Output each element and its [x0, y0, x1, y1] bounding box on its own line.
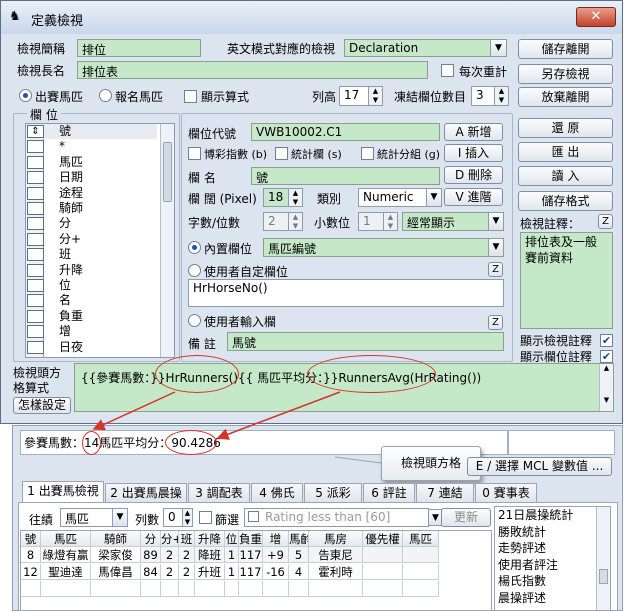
tab-6[interactable]: 6 評註 — [363, 483, 415, 503]
grid-cell: 4 — [289, 564, 309, 580]
spinner-arrows-icon[interactable]: ▲ ▼ — [182, 509, 192, 526]
grid-cell: -16 — [263, 564, 289, 580]
runners-grid[interactable]: 號馬匹騎師分分+班升降位負重增馬齡馬房優先權馬匹8綠燈有贏梁家俊8922降班11… — [20, 530, 492, 611]
grid-cell — [195, 581, 225, 597]
tab-2[interactable]: 2 出賽馬晨操 — [105, 483, 187, 503]
grid-cell: 12 — [21, 564, 41, 580]
chevron-down-icon[interactable]: ▼ — [112, 509, 127, 526]
scrollbar-thumb[interactable] — [599, 569, 608, 584]
grid-cell: 2 — [179, 564, 195, 580]
grid-cell: 聖迪達 — [41, 564, 91, 580]
tab-7[interactable]: 7 連結 — [416, 483, 474, 503]
grid-cell — [21, 581, 41, 597]
grid-cell — [309, 581, 363, 597]
grid-cell: 84 — [141, 564, 161, 580]
grid-cell: 117 — [239, 564, 263, 580]
tab-3[interactable]: 3 調配表 — [188, 483, 250, 503]
grid-header-cell[interactable]: 馬房 — [309, 531, 363, 547]
grid-cell — [363, 547, 403, 563]
grid-header-cell[interactable]: 馬匹 — [403, 531, 439, 547]
grid-header-cell[interactable]: 位 — [225, 531, 239, 547]
grid-cell — [91, 581, 141, 597]
grid-cell — [179, 581, 195, 597]
grid-header-cell[interactable]: 升降 — [195, 531, 225, 547]
runners-grid-body: 號馬匹騎師分分+班升降位負重增馬齡馬房優先權馬匹8綠燈有贏梁家俊8922降班11… — [21, 531, 491, 610]
rows-value: 0 — [168, 510, 176, 524]
goto-label: 往績 — [29, 513, 54, 527]
side-list-item[interactable]: 勝敗統計 — [498, 525, 546, 540]
arrow-to-avg — [216, 391, 341, 440]
grid-header-cell[interactable]: 騎師 — [91, 531, 141, 547]
arrow-to-runners — [92, 391, 176, 431]
side-list-item[interactable]: 使用者評注 — [498, 558, 558, 573]
tab-4[interactable]: 4 佛氏 — [251, 483, 303, 503]
side-list-item[interactable]: 楊氏指數 — [498, 574, 546, 589]
grid-cell: 告東尼 — [309, 547, 363, 563]
grid-cell — [363, 581, 403, 597]
horse-select[interactable]: 馬匹 ▼ — [60, 508, 128, 527]
tab-5[interactable]: 5 派彩 — [304, 483, 362, 503]
rating-filter-checkbox[interactable] — [248, 511, 259, 522]
rows-spinner[interactable]: 0 ▲ ▼ — [163, 508, 193, 527]
grid-cell — [239, 581, 263, 597]
side-list[interactable]: 21日晨操統計 勝敗統計 走勢評述使用者評注 楊氏指數晨操評述 — [494, 506, 611, 611]
grid-cell: 升班 — [195, 564, 225, 580]
filter-checkbox[interactable] — [199, 511, 212, 524]
grid-header-cell[interactable]: 分+ — [161, 531, 179, 547]
horse-select-value: 馬匹 — [65, 512, 90, 526]
grid-cell — [403, 581, 439, 597]
grid-cell — [141, 581, 161, 597]
rows-label: 列數 — [135, 513, 160, 527]
grid-header-cell[interactable]: 號 — [21, 531, 41, 547]
grid-cell: 降班 — [195, 547, 225, 563]
grid-cell — [403, 547, 439, 563]
grid-cell: 1 — [225, 564, 239, 580]
grid-cell: 梁家俊 — [91, 547, 141, 563]
filter-label: 篩選 — [215, 513, 240, 527]
side-list-item[interactable]: 21日晨操統計 — [498, 508, 573, 523]
grid-cell: 霍利時 — [309, 564, 363, 580]
side-list-scrollbar[interactable] — [596, 507, 610, 610]
grid-cell — [161, 581, 179, 597]
rating-filter-placeholder: Rating less than [60] — [265, 510, 391, 524]
grid-cell — [289, 581, 309, 597]
grid-cell: +9 — [263, 547, 289, 563]
grid-header-cell[interactable]: 增 — [263, 531, 289, 547]
grid-cell: 1 — [225, 547, 239, 563]
grid-cell: 2 — [161, 547, 179, 563]
update-button[interactable]: 更新 — [441, 508, 491, 527]
grid-header-cell[interactable]: 分 — [141, 531, 161, 547]
callout-box: 檢視頭方格 — [381, 446, 481, 481]
grid-cell: 5 — [289, 547, 309, 563]
side-list-item[interactable]: 走勢評述 — [498, 541, 546, 556]
mcl-select-button[interactable]: E / 選擇 MCL 變數值 ... — [467, 457, 612, 476]
grid-cell: 8 — [21, 547, 41, 563]
grid-header-cell[interactable]: 馬齡 — [289, 531, 309, 547]
grid-header-cell[interactable]: 優先權 — [363, 531, 403, 547]
grid-cell — [403, 564, 439, 580]
callout-pointer — [334, 456, 382, 464]
tab-8[interactable]: 0 賽事表 — [475, 483, 537, 503]
grid-cell: 89 — [141, 547, 161, 563]
grid-header-cell[interactable]: 馬匹 — [41, 531, 91, 547]
grid-cell — [41, 581, 91, 597]
grid-cell: 2 — [161, 564, 179, 580]
grid-cell — [225, 581, 239, 597]
grid-cell: 2 — [179, 547, 195, 563]
grid-cell: 馬偉昌 — [91, 564, 141, 580]
grid-cell: 綠燈有贏 — [41, 547, 91, 563]
grid-cell — [263, 581, 289, 597]
grid-header-cell[interactable]: 班 — [179, 531, 195, 547]
grid-cell — [363, 564, 403, 580]
side-list-item[interactable]: 晨操評述 — [498, 591, 546, 606]
grid-cell: 117 — [239, 547, 263, 563]
rating-filter-input[interactable]: Rating less than [60] — [244, 508, 429, 527]
tab-1[interactable]: 1 出賽馬檢視 — [22, 481, 104, 503]
grid-header-cell[interactable]: 負重 — [239, 531, 263, 547]
